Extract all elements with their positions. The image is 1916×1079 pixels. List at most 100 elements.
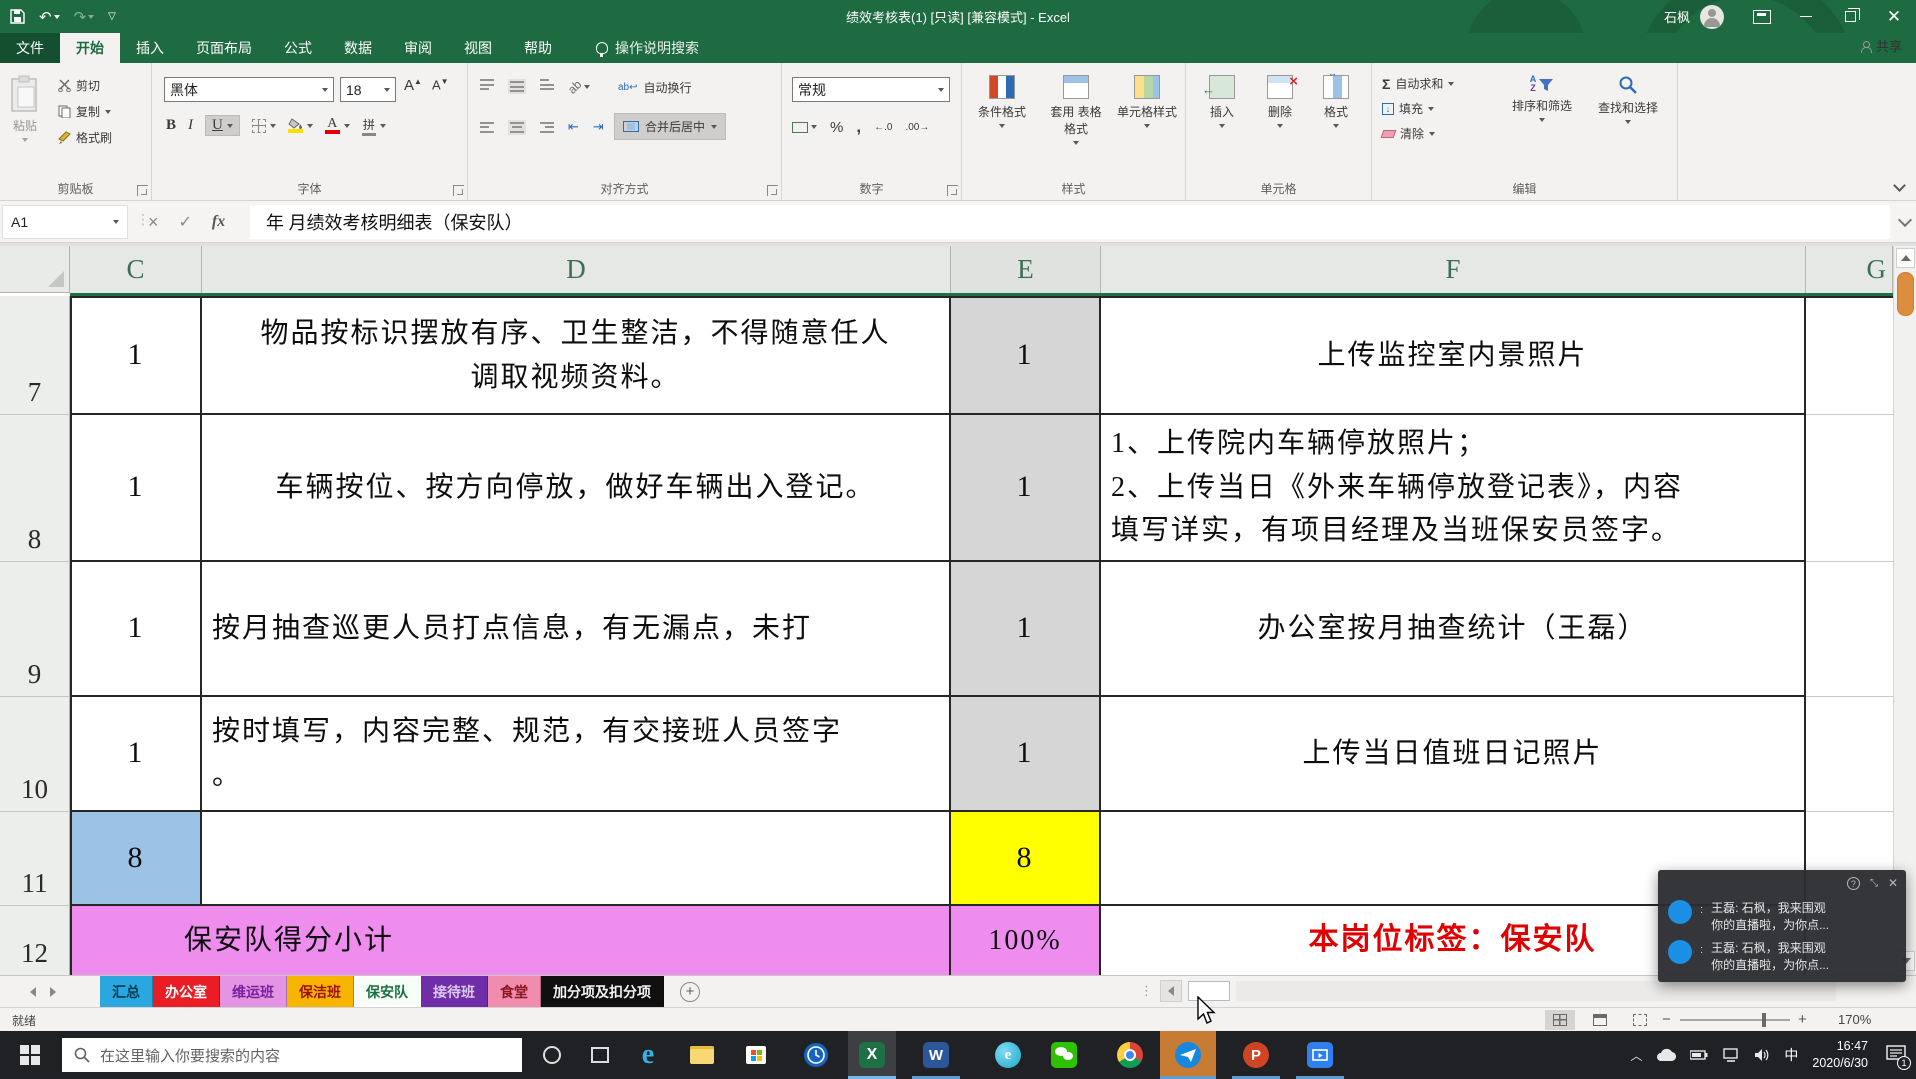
increase-decimal-button[interactable]: ←.0: [874, 122, 892, 133]
zoom-in-button[interactable]: +: [1798, 1011, 1807, 1028]
cell-G9[interactable]: [1806, 562, 1893, 697]
sheet-tab-weiyunban[interactable]: 维运班: [220, 976, 287, 1007]
clock-app-icon[interactable]: [792, 1031, 840, 1079]
edge-icon[interactable]: e: [624, 1031, 672, 1079]
font-dialog-launcher[interactable]: [453, 185, 464, 196]
copy-button[interactable]: 复制: [58, 103, 112, 120]
horizontal-scrollbar[interactable]: ⋮: [1140, 979, 1836, 1003]
italic-button[interactable]: I: [188, 117, 193, 134]
align-left-icon[interactable]: [480, 122, 494, 133]
zoom-slider-track[interactable]: [1680, 1019, 1790, 1021]
splitter-handle[interactable]: ⋮: [1140, 983, 1154, 999]
format-cells-button[interactable]: ↔ 格式: [1312, 75, 1360, 128]
tray-expand-icon[interactable]: ︿: [1630, 1047, 1642, 1064]
speaker-icon[interactable]: [1754, 1048, 1770, 1062]
cell-G7[interactable]: [1806, 296, 1893, 415]
cell-C12-D12-merged[interactable]: 保安队得分小计: [70, 906, 951, 975]
cancel-icon[interactable]: ×: [148, 212, 159, 233]
name-box[interactable]: A1: [2, 205, 128, 239]
clipboard-dialog-launcher[interactable]: [137, 185, 148, 196]
wechat-icon[interactable]: [1040, 1031, 1088, 1079]
select-all-corner[interactable]: [0, 246, 70, 293]
column-header-F[interactable]: F: [1101, 246, 1806, 293]
font-size-select[interactable]: 18: [340, 77, 396, 102]
scroll-left-button[interactable]: [1160, 980, 1182, 1002]
number-format-select[interactable]: 常规: [792, 77, 950, 102]
worksheet-grid[interactable]: C D E F G 7 8 9 10 11 12 1 物品按标识摆放有序、卫生整…: [0, 246, 1893, 975]
taskbar-clock[interactable]: 16:472020/6/30: [1812, 1038, 1868, 1072]
sheet-nav-right-icon[interactable]: [50, 987, 56, 997]
number-dialog-launcher[interactable]: [947, 185, 958, 196]
action-center-icon[interactable]: 1: [1886, 1045, 1906, 1066]
page-break-view-button[interactable]: [1625, 1010, 1655, 1030]
column-header-G[interactable]: G: [1806, 246, 1893, 293]
restore-button[interactable]: [1828, 0, 1872, 33]
tab-page-layout[interactable]: 页面布局: [180, 33, 268, 63]
task-view-button[interactable]: [576, 1031, 624, 1079]
zoom-out-button[interactable]: −: [1662, 1011, 1671, 1028]
cell-D8[interactable]: 车辆按位、按方向停放，做好车辆出入登记。: [202, 415, 951, 562]
expand-formula-bar-icon[interactable]: [1898, 213, 1912, 227]
chrome-icon[interactable]: [1106, 1031, 1154, 1079]
minimize-button[interactable]: [1784, 0, 1828, 33]
fill-button[interactable]: ↓ 填充: [1382, 100, 1454, 117]
close-button[interactable]: ✕: [1872, 0, 1916, 33]
sheet-tab-baojieban[interactable]: 保洁班: [287, 976, 354, 1007]
tab-help[interactable]: 帮助: [508, 33, 568, 63]
row-header-12[interactable]: 12: [0, 906, 70, 975]
redo-button[interactable]: ↷: [74, 8, 95, 26]
cell-D11[interactable]: [202, 812, 951, 906]
cell-C7[interactable]: 1: [70, 296, 202, 415]
zoom-slider-thumb[interactable]: [1762, 1013, 1766, 1027]
comma-style-button[interactable]: ,: [856, 117, 861, 137]
format-as-table-button[interactable]: 套用 表格格式: [1042, 75, 1110, 145]
live-stream-app-icon[interactable]: [1160, 1031, 1216, 1079]
horizontal-scroll-track[interactable]: [1236, 981, 1836, 1001]
tab-insert[interactable]: 插入: [120, 33, 180, 63]
vertical-scroll-thumb[interactable]: [1897, 272, 1914, 316]
formula-input[interactable]: 年 月绩效考核明细表（保安队）: [250, 205, 1890, 239]
cell-F8[interactable]: 1、上传院内车辆停放照片； 2、上传当日《外来车辆停放登记表》，内容 填写详实，…: [1101, 415, 1806, 562]
merge-center-button[interactable]: 合并后居中: [614, 113, 726, 140]
start-button[interactable]: [6, 1031, 54, 1079]
new-sheet-button[interactable]: +: [680, 982, 700, 1002]
video-app-icon[interactable]: [1296, 1031, 1344, 1079]
normal-view-button[interactable]: [1545, 1010, 1575, 1030]
sheet-tab-huizong[interactable]: 汇总: [100, 976, 153, 1007]
powerpoint-taskbar-icon[interactable]: P: [1232, 1031, 1280, 1079]
sheet-tab-shitang[interactable]: 食堂: [488, 976, 541, 1007]
column-header-E[interactable]: E: [951, 246, 1101, 293]
align-middle-icon[interactable]: [508, 79, 526, 94]
cell-G10[interactable]: [1806, 697, 1893, 812]
accounting-format-button[interactable]: [792, 122, 817, 133]
ime-indicator[interactable]: 中: [1784, 1045, 1798, 1065]
cell-C9[interactable]: 1: [70, 562, 202, 697]
clear-button[interactable]: 清除: [1382, 125, 1454, 142]
undo-button[interactable]: ↶: [39, 8, 60, 26]
battery-icon[interactable]: [1690, 1049, 1708, 1061]
zoom-level[interactable]: 170%: [1838, 1012, 1871, 1027]
cell-C8[interactable]: 1: [70, 415, 202, 562]
wrap-text-button[interactable]: ab↩ 自动换行: [618, 79, 692, 96]
font-color-button[interactable]: A: [325, 117, 350, 134]
percent-style-button[interactable]: %: [830, 119, 843, 136]
tab-view[interactable]: 视图: [448, 33, 508, 63]
cell-E11[interactable]: 8: [951, 812, 1101, 906]
alignment-dialog-launcher[interactable]: [767, 185, 778, 196]
scroll-up-button[interactable]: [1896, 248, 1915, 268]
align-bottom-icon[interactable]: [540, 79, 554, 94]
bold-button[interactable]: B: [166, 117, 176, 134]
tell-me-search[interactable]: 操作说明搜索: [596, 33, 699, 63]
tab-file[interactable]: 文件: [0, 33, 60, 63]
sort-filter-button[interactable]: AZ 排序和筛选: [1500, 75, 1584, 122]
cell-E8[interactable]: 1: [951, 415, 1101, 562]
column-header-D[interactable]: D: [202, 246, 951, 293]
cell-D7[interactable]: 物品按标识摆放有序、卫生整洁，不得随意任人 调取视频资料。: [202, 296, 951, 415]
cell-C11[interactable]: 8: [70, 812, 202, 906]
share-button[interactable]: 共享: [1861, 36, 1902, 55]
tab-home[interactable]: 开始: [60, 33, 120, 63]
cell-C10[interactable]: 1: [70, 697, 202, 812]
row-header-11[interactable]: 11: [0, 812, 70, 906]
chat-notification-popup[interactable]: ? ⤡ ✕ : 王磊: 石枫，我来围观 你的直播啦，为你点... : 王磊: 石…: [1658, 870, 1906, 982]
taskbar-search[interactable]: 在这里输入你要搜索的内容: [62, 1038, 522, 1072]
